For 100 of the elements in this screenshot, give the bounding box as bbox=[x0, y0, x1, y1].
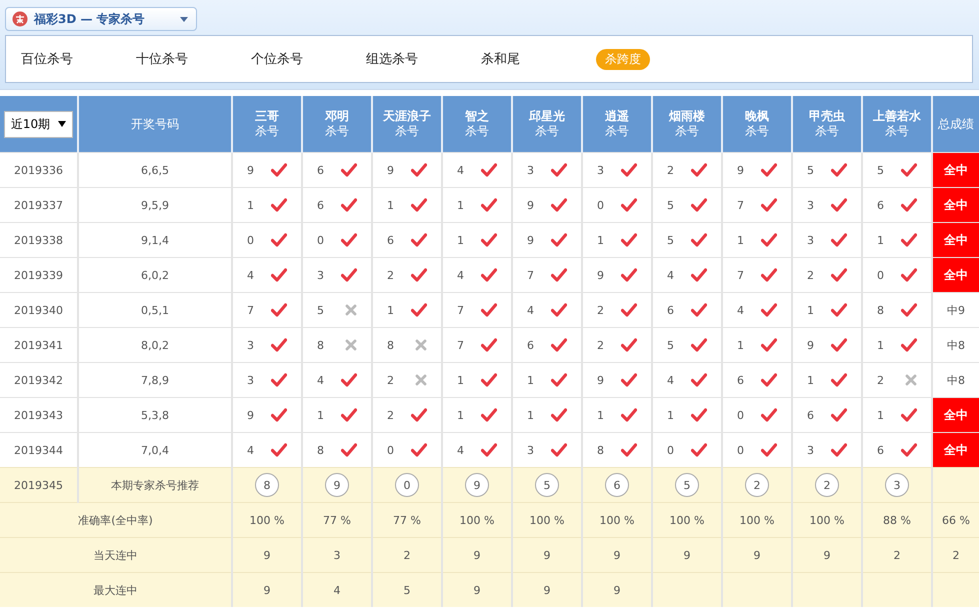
number-ball: 2 bbox=[815, 473, 839, 497]
tab[interactable]: 十位杀号 bbox=[136, 50, 251, 68]
table-cell: 6 bbox=[317, 164, 324, 176]
table-cell: 5 bbox=[667, 198, 674, 212]
table-cell: 2 bbox=[597, 338, 604, 352]
lottery-logo-icon bbox=[12, 11, 28, 27]
table-cell: 6 bbox=[807, 408, 814, 422]
period-filter[interactable]: 近10期 bbox=[4, 110, 74, 138]
table-cell: 准确率(全中率) bbox=[0, 502, 232, 538]
table-cell: 9 bbox=[232, 572, 302, 607]
table-cell: 2 bbox=[597, 304, 604, 316]
table-cell: 2 bbox=[667, 164, 674, 176]
selector-text: 福彩3D — 专家杀号 bbox=[34, 10, 146, 28]
table-cell: 1 bbox=[247, 198, 254, 212]
table-cell: 4 bbox=[527, 304, 534, 316]
table-cell: 4 bbox=[317, 374, 324, 386]
table-cell: 0 bbox=[667, 444, 674, 456]
table-cell: 2019340 bbox=[0, 292, 78, 328]
table-cell: 5 bbox=[372, 572, 442, 607]
table-cell: 4 bbox=[737, 304, 744, 316]
table-cell: 100 % bbox=[512, 502, 582, 538]
table-cell: 4 bbox=[247, 444, 254, 456]
table-cell: 5 bbox=[667, 234, 674, 246]
table-cell: 1 bbox=[527, 408, 534, 422]
table-cell: 6 bbox=[877, 198, 884, 212]
table-cell: 1 bbox=[807, 304, 814, 316]
table-cell: 2019341 bbox=[0, 328, 78, 362]
number-ball: 9 bbox=[325, 473, 349, 497]
table-cell: 4 bbox=[667, 374, 674, 386]
table-cell: 9 bbox=[582, 538, 652, 572]
tab[interactable]: 个位杀号 bbox=[251, 50, 366, 68]
table-cell: 1 bbox=[737, 234, 744, 246]
table-cell: 2019338 bbox=[0, 222, 78, 258]
column-header: 上善若水 杀号 bbox=[873, 109, 921, 139]
table-cell: 77 % bbox=[372, 502, 442, 538]
result-badge: 全中 bbox=[932, 258, 979, 292]
table-cell: 7 bbox=[457, 338, 464, 352]
caret-icon bbox=[180, 16, 188, 22]
result-badge: 全中 bbox=[932, 432, 979, 468]
tab[interactable]: 组选杀号 bbox=[366, 50, 481, 68]
table-cell: 3 bbox=[527, 164, 534, 176]
tab[interactable]: 杀和尾 bbox=[481, 50, 596, 68]
table-cell: 9 bbox=[247, 408, 254, 422]
table-cell: 0,5,1 bbox=[78, 292, 232, 328]
table-cell: 7 bbox=[527, 268, 534, 282]
column-header: 甲壳虫 杀号 bbox=[809, 109, 845, 139]
table-cell: 9 bbox=[512, 572, 582, 607]
table-cell: 9 bbox=[652, 538, 722, 572]
table-cell: 100 % bbox=[582, 502, 652, 538]
table-cell: 9 bbox=[597, 374, 604, 386]
result-badge: 全中 bbox=[932, 188, 979, 222]
column-header: 开奖号码 bbox=[78, 96, 232, 152]
table-cell: 1 bbox=[737, 338, 744, 352]
table-cell: 1 bbox=[667, 408, 674, 422]
table-cell: 4 bbox=[302, 572, 372, 607]
table-cell: 2 bbox=[387, 268, 394, 282]
number-ball: 8 bbox=[255, 473, 279, 497]
table-cell: 8 bbox=[597, 444, 604, 456]
table-cell: 9 bbox=[582, 572, 652, 607]
table-cell: 4 bbox=[247, 268, 254, 282]
table-cell: 1 bbox=[877, 234, 884, 246]
table-cell: 1 bbox=[317, 408, 324, 422]
table-cell: 5 bbox=[877, 164, 884, 176]
table-cell: 1 bbox=[457, 234, 464, 246]
result-badge: 全中 bbox=[932, 222, 979, 258]
table-cell: 9 bbox=[232, 538, 302, 572]
table-cell: 2 bbox=[877, 374, 884, 386]
table-cell: 0 bbox=[247, 234, 254, 246]
table-cell: 1 bbox=[457, 374, 464, 386]
table-cell: 9 bbox=[807, 338, 814, 352]
table-cell: 9,1,4 bbox=[78, 222, 232, 258]
table-cell: 7 bbox=[457, 304, 464, 316]
table-cell: 中8 bbox=[932, 328, 979, 362]
table-cell: 3 bbox=[247, 338, 254, 352]
column-header: 智之 杀号 bbox=[465, 109, 489, 139]
table-cell: 7 bbox=[737, 268, 744, 282]
table-cell: 100 % bbox=[792, 502, 862, 538]
tab[interactable]: 百位杀号 bbox=[21, 50, 136, 68]
table-cell: 中9 bbox=[932, 292, 979, 328]
column-header: 总成绩 bbox=[932, 96, 979, 152]
table-cell: 当天连中 bbox=[0, 538, 232, 572]
table-cell: 2019337 bbox=[0, 188, 78, 222]
table-cell: 2 bbox=[372, 538, 442, 572]
table-cell: 0 bbox=[597, 198, 604, 212]
number-ball: 5 bbox=[675, 473, 699, 497]
column-header: 天涯浪子 杀号 bbox=[383, 109, 431, 139]
table-cell: 6 bbox=[667, 304, 674, 316]
table-cell: 9 bbox=[442, 572, 512, 607]
table-cell: 6 bbox=[387, 234, 394, 246]
table-cell: 4 bbox=[667, 268, 674, 282]
table-cell: 4 bbox=[457, 268, 464, 282]
result-badge: 全中 bbox=[932, 398, 979, 432]
table-cell: 1 bbox=[807, 374, 814, 386]
table-cell: 0 bbox=[317, 234, 324, 246]
table-cell: 9 bbox=[527, 198, 534, 212]
lottery-selector[interactable]: 福彩3D — 专家杀号 bbox=[5, 7, 197, 31]
table-cell: 3 bbox=[597, 164, 604, 176]
table-cell: 1 bbox=[387, 304, 394, 316]
column-header: 三哥 杀号 bbox=[255, 109, 279, 139]
table-cell: 3 bbox=[317, 268, 324, 282]
